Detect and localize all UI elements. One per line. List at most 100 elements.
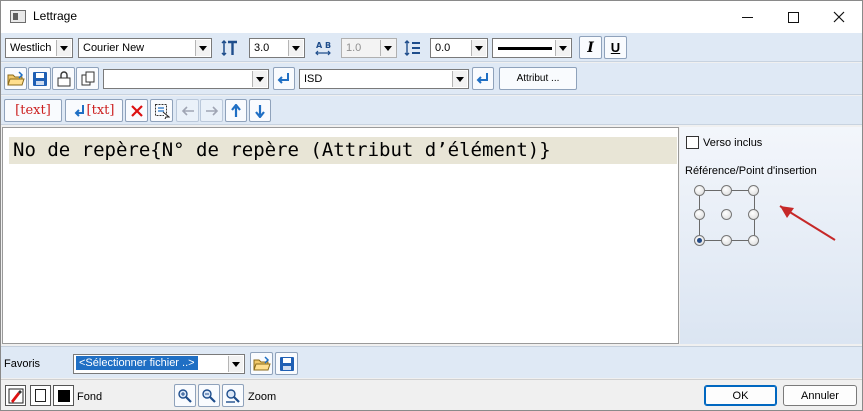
zoom-in-button[interactable] — [174, 384, 196, 407]
minimize-button[interactable] — [724, 1, 770, 33]
lock-icon — [57, 70, 70, 86]
char-spacing-value: 1.0 — [346, 42, 362, 54]
edit-text-button[interactable]: [txt] — [65, 99, 123, 122]
ref-point-top-left[interactable] — [694, 185, 705, 196]
ref-point-middle-left[interactable] — [694, 209, 705, 220]
copy-button[interactable] — [76, 67, 99, 90]
line-spacing-value: 0.0 — [435, 42, 451, 54]
lock-button[interactable] — [52, 67, 75, 90]
insert-text-button[interactable]: [text] — [4, 99, 62, 122]
text-height-value: 3.0 — [254, 42, 270, 54]
save-icon — [32, 71, 47, 86]
black-swatch — [57, 389, 70, 402]
template-toolbar: ISD Attribut ... — [1, 63, 862, 95]
chevron-down-icon[interactable] — [252, 71, 267, 87]
insertion-panel: Verso inclus Référence/Point d'insertion — [680, 127, 862, 344]
ref-point-top-center[interactable] — [721, 185, 732, 196]
favorites-save-button[interactable] — [275, 352, 298, 375]
template-select[interactable] — [103, 69, 269, 89]
redo-button[interactable] — [200, 99, 223, 122]
close-icon — [833, 11, 845, 23]
ref-point-bottom-left[interactable] — [694, 235, 705, 246]
line-spacing-icon — [403, 38, 423, 58]
ref-point-bottom-right[interactable] — [748, 235, 759, 246]
save-icon — [279, 356, 294, 371]
apply-template-button[interactable] — [273, 67, 295, 90]
chevron-down-icon[interactable] — [288, 40, 303, 56]
text-color-button[interactable] — [5, 385, 26, 406]
line-spacing-select[interactable]: 0.0 — [430, 38, 488, 58]
favorites-open-button[interactable] — [250, 352, 273, 375]
ref-point-bottom-center[interactable] — [721, 235, 732, 246]
italic-label: I — [587, 39, 594, 56]
zoom-out-icon — [202, 388, 216, 403]
ok-button[interactable]: OK — [704, 385, 777, 406]
zoom-out-button[interactable] — [198, 384, 220, 407]
undo-button[interactable] — [176, 99, 199, 122]
select-all-button[interactable] — [150, 99, 173, 122]
chevron-down-icon[interactable] — [471, 40, 486, 56]
ref-point-top-right[interactable] — [748, 185, 759, 196]
font-style-select[interactable]: Westlich — [5, 38, 73, 58]
folder-open-icon — [6, 70, 25, 85]
bottom-bar: Fond Zoom OK Annuler — [1, 379, 862, 410]
redo-icon — [205, 105, 218, 116]
move-up-button[interactable] — [225, 99, 247, 122]
chevron-down-icon[interactable] — [452, 71, 467, 87]
font-name-value: Courier New — [83, 42, 145, 54]
chevron-down-icon[interactable] — [56, 40, 71, 56]
text-line[interactable]: No de repère{N° de repère (Attribut d’él… — [9, 137, 677, 164]
arrow-down-icon — [255, 104, 265, 118]
enter-arrow-icon — [476, 72, 488, 84]
background-black-button[interactable] — [53, 385, 74, 406]
delete-button[interactable] — [125, 99, 148, 122]
zoom-fit-icon — [226, 388, 240, 403]
underline-button[interactable]: U — [604, 36, 627, 59]
line-style-select[interactable] — [492, 38, 572, 58]
white-swatch — [35, 389, 46, 402]
select-area-icon — [154, 103, 170, 119]
zoom-fit-button[interactable] — [222, 384, 244, 407]
font-name-select[interactable]: Courier New — [78, 38, 212, 58]
fond-label: Fond — [77, 391, 103, 403]
delete-x-icon — [130, 104, 143, 117]
arrow-up-icon — [231, 103, 241, 117]
insert-text-label: [text] — [15, 103, 51, 118]
chevron-down-icon[interactable] — [228, 356, 243, 372]
attribute-button[interactable]: Attribut ... — [499, 67, 577, 90]
chevron-down-icon[interactable] — [555, 40, 570, 56]
save-button[interactable] — [28, 67, 51, 90]
open-file-button[interactable] — [4, 67, 27, 90]
chevron-down-icon[interactable] — [195, 40, 210, 56]
maximize-button[interactable] — [770, 1, 816, 33]
ref-point-middle-center[interactable] — [721, 209, 732, 220]
favorites-select[interactable]: <Sélectionner fichier ..> — [73, 354, 245, 374]
enter-arrow-icon — [277, 72, 289, 84]
cancel-button[interactable]: Annuler — [783, 385, 857, 406]
close-button[interactable] — [816, 1, 862, 33]
italic-button[interactable]: I — [579, 36, 602, 59]
title-bar: Lettrage — [1, 1, 862, 33]
minimize-icon — [741, 17, 753, 18]
reference-grid-lines — [699, 190, 836, 241]
ref-point-middle-right[interactable] — [748, 209, 759, 220]
layer-select[interactable]: ISD — [299, 69, 469, 89]
lettrage-dialog: Lettrage Westlich Courier New 3.0 A B 1.… — [0, 0, 863, 411]
pen-color-icon — [8, 388, 23, 403]
folder-open-icon — [252, 355, 271, 370]
text-height-select[interactable]: 3.0 — [249, 38, 305, 58]
text-editor[interactable]: No de repère{N° de repère (Attribut d’él… — [2, 127, 679, 344]
favorites-bar: Favoris <Sélectionner fichier ..> — [1, 346, 862, 378]
char-spacing-icon: A B — [312, 38, 334, 58]
edit-text-label: [txt] — [86, 103, 115, 118]
background-white-button[interactable] — [30, 385, 51, 406]
chevron-down-icon[interactable] — [380, 40, 395, 56]
undo-icon — [181, 105, 194, 116]
char-spacing-select[interactable]: 1.0 — [341, 38, 397, 58]
favorites-value: <Sélectionner fichier ..> — [76, 356, 198, 370]
window-title: Lettrage — [33, 9, 78, 23]
apply-layer-button[interactable] — [472, 67, 494, 90]
copy-icon — [81, 71, 94, 85]
move-down-button[interactable] — [249, 99, 271, 122]
edit-toolbar: [text] [txt] — [1, 96, 862, 125]
